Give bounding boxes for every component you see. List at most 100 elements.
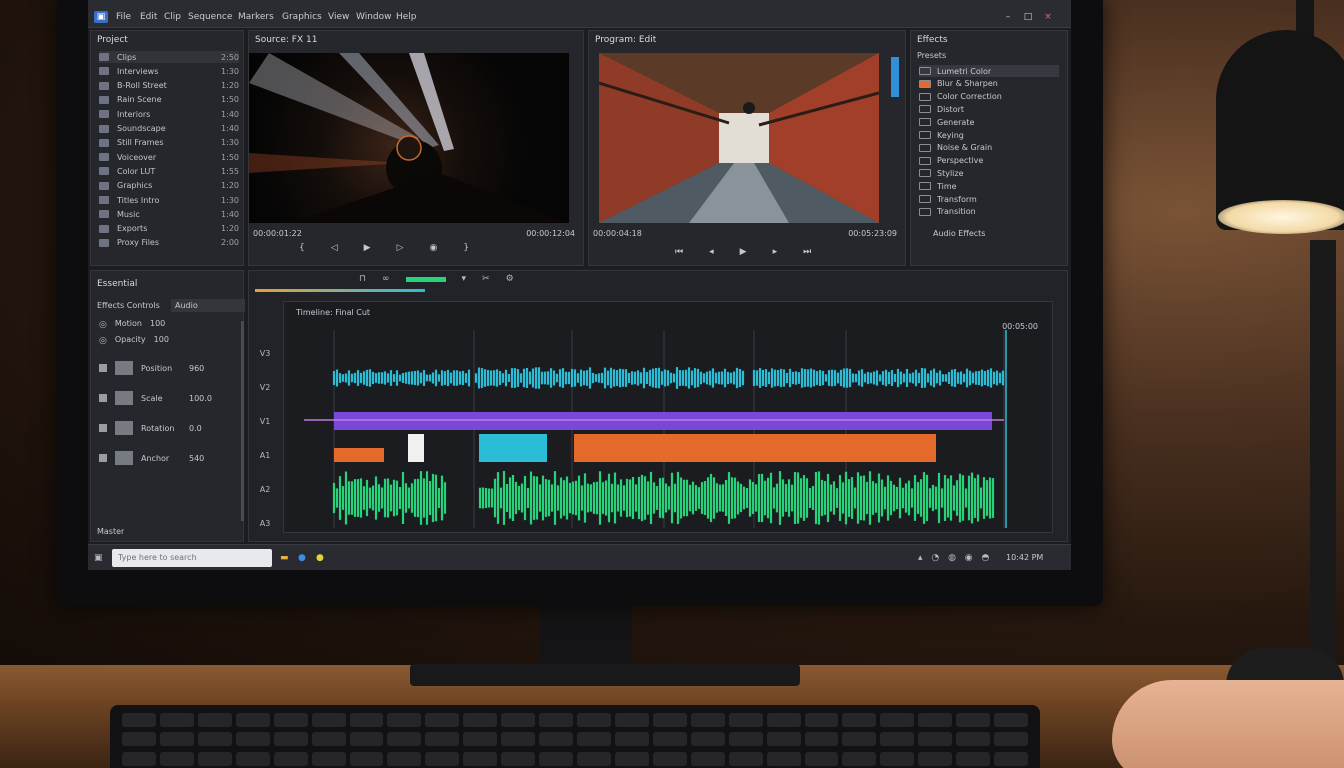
menu-edit[interactable]: Edit [140, 12, 157, 22]
project-item[interactable]: Interiors 1:40 [99, 108, 239, 120]
effect-item[interactable]: Time [919, 180, 1059, 192]
prev-frame-icon[interactable]: ◂ [709, 247, 714, 257]
project-item[interactable]: Still Frames 1:30 [99, 137, 239, 149]
cyan-audio-clip[interactable] [474, 367, 745, 389]
orange-clip[interactable] [574, 434, 936, 462]
monitor-stand [540, 606, 632, 672]
property-row[interactable]: Anchor 540 [99, 451, 204, 465]
project-item-name: Interviews [117, 66, 159, 76]
effect-item[interactable]: Keying [919, 129, 1059, 141]
property-row[interactable]: Scale 100.0 [99, 391, 212, 405]
browser-icon[interactable]: ● [298, 552, 306, 564]
link-icon[interactable]: ∞ [382, 273, 390, 285]
go-end-icon[interactable]: ⏭ [803, 247, 811, 257]
menu-clip[interactable]: Clip [164, 12, 181, 22]
camera-icon[interactable]: ◉ [430, 243, 438, 253]
effect-item[interactable]: Lumetri Color [919, 65, 1059, 77]
effect-item[interactable]: Perspective [919, 155, 1059, 167]
snap-icon[interactable]: ⊓ [359, 273, 366, 285]
project-item[interactable]: Clips 2:50 [99, 51, 239, 63]
menu-sequence[interactable]: Sequence [188, 12, 232, 22]
property-toggle-icon[interactable] [99, 394, 107, 402]
settings-icon[interactable]: ⚙ [506, 273, 514, 285]
effect-item[interactable]: Color Correction [919, 91, 1059, 103]
program-monitor-title: Program: Edit [595, 35, 657, 45]
mark-in-icon[interactable]: { [299, 243, 305, 253]
property-thumb-icon [115, 421, 133, 435]
property-toggle-icon[interactable] [99, 424, 107, 432]
taskbar-search[interactable]: Type here to search [112, 549, 272, 567]
cyan-audio-clip[interactable] [752, 368, 1005, 388]
audio-tab[interactable]: Audio [171, 299, 245, 312]
effect-item[interactable]: Noise & Grain [919, 142, 1059, 154]
purple-video-clip[interactable] [764, 412, 992, 430]
keyboard-key [311, 713, 346, 727]
minimize-icon[interactable]: – [1002, 11, 1014, 23]
track-label[interactable]: A3 [253, 519, 277, 528]
property-row[interactable]: Position 960 [99, 361, 204, 375]
purple-video-clip[interactable] [334, 412, 764, 430]
keyboard-key [463, 713, 498, 727]
project-item[interactable]: Titles Intro 1:30 [99, 194, 239, 206]
start-icon[interactable]: ▣ [94, 552, 103, 564]
project-item[interactable]: Interviews 1:30 [99, 65, 239, 77]
effect-controls-tab[interactable]: Effects Controls [97, 301, 160, 310]
property-toggle-icon[interactable] [99, 364, 107, 372]
effect-item[interactable]: Blur & Sharpen [919, 78, 1059, 90]
menu-help[interactable]: Help [396, 12, 417, 22]
close-icon[interactable]: × [1042, 11, 1054, 23]
effect-item[interactable]: Transition [919, 206, 1059, 218]
effect-item[interactable]: Distort [919, 103, 1059, 115]
effect-item[interactable]: Transform [919, 193, 1059, 205]
mark-out-icon[interactable]: } [463, 243, 469, 253]
project-item[interactable]: Rain Scene 1:50 [99, 94, 239, 106]
track-label[interactable]: V2 [253, 383, 277, 392]
play-icon[interactable]: ▶ [364, 243, 371, 253]
timeline-zoom-bar[interactable] [405, 276, 446, 282]
orange-clip[interactable] [334, 448, 384, 462]
effect-item[interactable]: Generate [919, 116, 1059, 128]
white-clip[interactable] [408, 434, 424, 462]
project-item[interactable]: B-Roll Street 1:20 [99, 80, 239, 92]
menu-graphics[interactable]: Graphics [282, 12, 322, 22]
marker-icon[interactable]: ▾ [462, 273, 467, 285]
track-label[interactable]: A2 [253, 485, 277, 494]
project-item[interactable]: Exports 1:20 [99, 223, 239, 235]
opacity-toggle-icon[interactable]: ◎ [99, 335, 107, 347]
green-audio-clip[interactable] [478, 471, 995, 525]
project-item[interactable]: Music 1:40 [99, 208, 239, 220]
motion-toggle-icon[interactable]: ◎ [99, 319, 107, 331]
cyan-clip[interactable] [479, 434, 547, 462]
project-item[interactable]: Color LUT 1:55 [99, 165, 239, 177]
next-frame-icon[interactable]: ▸ [773, 247, 778, 257]
timeline-playhead-bar[interactable] [255, 289, 425, 292]
track-label[interactable]: V3 [253, 349, 277, 358]
go-start-icon[interactable]: ⏮ [675, 247, 683, 257]
menu-window[interactable]: Window [356, 12, 392, 22]
track-label[interactable]: V1 [253, 417, 277, 426]
green-audio-clip[interactable] [332, 471, 447, 525]
program-play-icon[interactable]: ▶ [740, 247, 747, 257]
project-item[interactable]: Graphics 1:20 [99, 180, 239, 192]
menu-markers[interactable]: Markers [238, 12, 274, 22]
effects-panel: Effects Presets Lumetri Color Blur & Shar… [910, 30, 1068, 266]
program-scroll-indicator[interactable] [891, 57, 899, 97]
menu-view[interactable]: View [328, 12, 349, 22]
menu-file[interactable]: File [116, 12, 131, 22]
property-toggle-icon[interactable] [99, 454, 107, 462]
folder-icon[interactable]: ▬ [280, 552, 289, 564]
maximize-icon[interactable]: □ [1022, 11, 1034, 23]
razor-icon[interactable]: ✂ [482, 273, 490, 285]
cyan-audio-clip[interactable] [332, 369, 471, 387]
property-row[interactable]: Rotation 0.0 [99, 421, 202, 435]
step-back-icon[interactable]: ◁ [331, 243, 338, 253]
panel-scrollbar[interactable] [241, 321, 244, 521]
effect-item[interactable]: Stylize [919, 167, 1059, 179]
motion-label: Motion [114, 319, 142, 328]
project-item[interactable]: Soundscape 1:40 [99, 123, 239, 135]
track-label[interactable]: A1 [253, 451, 277, 460]
step-forward-icon[interactable]: ▷ [397, 243, 404, 253]
project-item[interactable]: Voiceover 1:50 [99, 151, 239, 163]
project-item[interactable]: Proxy Files 2:00 [99, 237, 239, 249]
app-icon[interactable]: ● [316, 552, 324, 564]
